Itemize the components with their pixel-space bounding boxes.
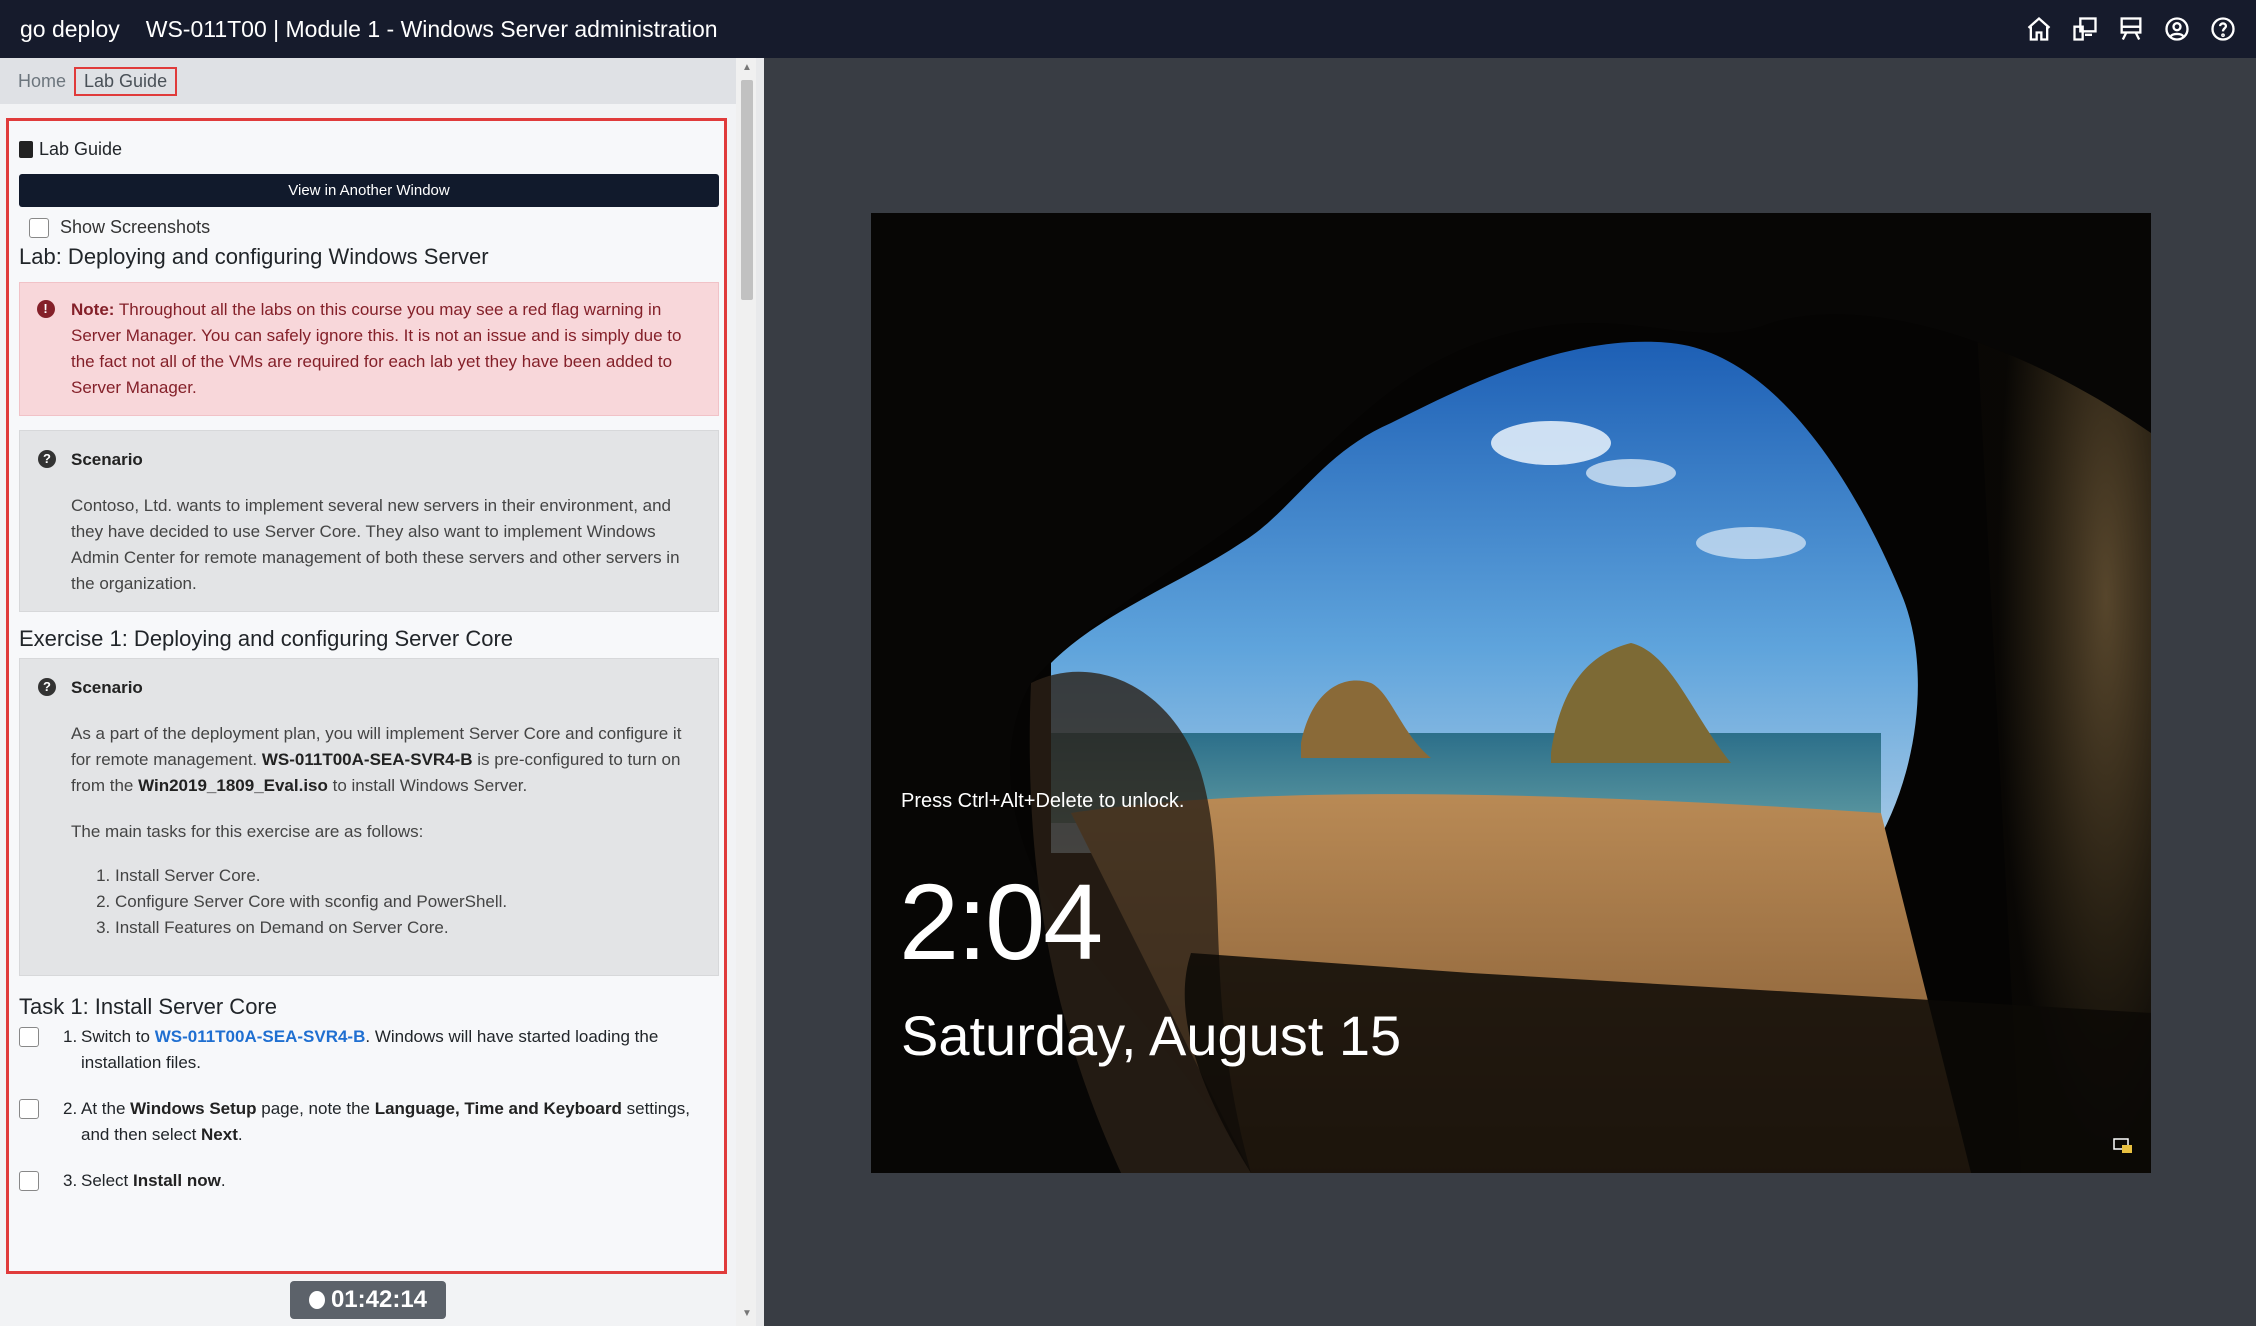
exercise-scenario-text: As a part of the deployment plan, you wi… xyxy=(71,724,682,795)
scenario-text: Contoso, Ltd. wants to implement several… xyxy=(71,496,680,593)
list-item: Configure Server Core with sconfig and P… xyxy=(115,889,692,915)
step-checkbox[interactable] xyxy=(19,1171,39,1191)
lock-screen-date: Saturday, August 15 xyxy=(901,1004,1402,1067)
task-step: 3. Select Install now. xyxy=(19,1168,719,1194)
scroll-down-arrow[interactable]: ▼ xyxy=(740,1308,754,1320)
show-screenshots-toggle[interactable]: Show Screenshots xyxy=(19,217,719,238)
question-icon: ? xyxy=(38,450,56,468)
show-screenshots-label: Show Screenshots xyxy=(60,217,211,237)
scenario-title: Scenario xyxy=(71,450,143,469)
scenario-box: ? Scenario Contoso, Ltd. wants to implem… xyxy=(19,430,719,612)
scrollbar-thumb[interactable] xyxy=(741,80,753,300)
view-in-another-window-button[interactable]: View in Another Window xyxy=(19,174,719,207)
step-checkbox[interactable] xyxy=(19,1027,39,1047)
show-screenshots-checkbox[interactable] xyxy=(29,217,49,238)
note-alert: ! Note: Throughout all the labs on this … xyxy=(19,282,719,416)
task-step: 2. At the Windows Setup page, note the La… xyxy=(19,1096,719,1148)
task-step: 1. Switch to WS-011T00A-SEA-SVR4-B. Windo… xyxy=(19,1024,719,1076)
top-icon-bar xyxy=(2024,14,2238,44)
scroll-up-arrow[interactable]: ▲ xyxy=(740,62,754,74)
breadcrumb-lab-guide[interactable]: Lab Guide xyxy=(74,66,178,96)
lab-guide-header: Lab Guide xyxy=(19,139,719,160)
exercise-scenario-box: ? Scenario As a part of the deployment p… xyxy=(19,658,719,976)
note-text: Throughout all the labs on this course y… xyxy=(71,300,682,397)
top-navbar: go deploy WS-011T00 | Module 1 - Windows… xyxy=(0,0,2256,58)
list-item: Install Features on Demand on Server Cor… xyxy=(115,915,692,941)
home-icon[interactable] xyxy=(2024,14,2054,44)
vm-console[interactable]: Press Ctrl+Alt+Delete to unlock. 2:04 Sa… xyxy=(871,213,2151,1173)
timer-value: 01:42:14 xyxy=(330,1286,428,1313)
scenario-title: Scenario xyxy=(71,678,143,697)
breadcrumb-home[interactable]: Home xyxy=(18,71,66,92)
stopwatch-icon xyxy=(308,1291,325,1309)
lab-title: Lab: Deploying and configuring Windows S… xyxy=(19,244,489,269)
task-title: Task 1: Install Server Core xyxy=(19,994,277,1019)
help-icon[interactable] xyxy=(2208,14,2238,44)
vm-link[interactable]: WS-011T00A-SEA-SVR4-B xyxy=(155,1027,366,1046)
lock-screen-time: 2:04 xyxy=(899,861,1103,982)
deploy-icon[interactable] xyxy=(2070,14,2100,44)
task-list: Install Server Core. Configure Server Co… xyxy=(71,863,692,941)
page-title: WS-011T00 | Module 1 - Windows Server ad… xyxy=(145,15,718,42)
unlock-hint: Press Ctrl+Alt+Delete to unlock. xyxy=(901,790,1185,812)
ease-of-access-icon[interactable] xyxy=(2113,1138,2133,1154)
exercise-title: Exercise 1: Deploying and configuring Se… xyxy=(19,626,514,651)
lab-guide-panel: Home Lab Guide Lab Guide View in Another… xyxy=(0,58,764,1326)
tasks-intro: The main tasks for this exercise are as … xyxy=(71,822,424,841)
account-icon[interactable] xyxy=(2162,14,2192,44)
panel-resize-handle[interactable]: ⋮⋮ xyxy=(756,58,764,1326)
lab-guide-label: Lab Guide xyxy=(39,139,123,159)
lab-timer: 01:42:14 xyxy=(290,1281,446,1319)
lab-guide-content: Lab Guide View in Another Window Show Sc… xyxy=(6,118,727,1274)
note-label: Note: xyxy=(71,300,115,319)
list-item: Install Server Core. xyxy=(115,863,692,889)
lab-icon[interactable] xyxy=(2116,14,2146,44)
breadcrumb: Home Lab Guide xyxy=(0,58,736,104)
book-icon xyxy=(19,141,33,158)
step-checkbox[interactable] xyxy=(19,1099,39,1119)
brand-logo[interactable]: go deploy xyxy=(20,16,120,43)
exclamation-icon: ! xyxy=(36,300,55,318)
question-icon: ? xyxy=(38,678,56,696)
